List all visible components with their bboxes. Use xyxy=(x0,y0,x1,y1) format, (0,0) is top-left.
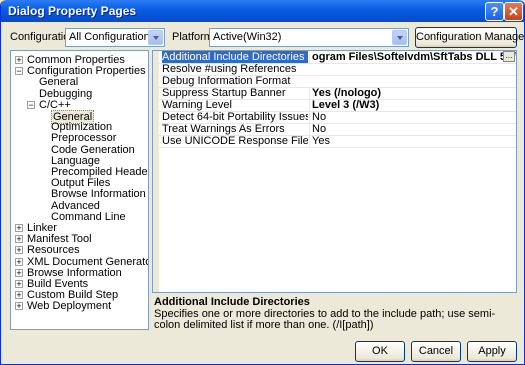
description-text: Specifies one or more directories to add… xyxy=(154,308,496,331)
property-name: Resolve #using References xyxy=(162,63,297,75)
property-value-text: No xyxy=(312,123,327,135)
expand-icon[interactable]: + xyxy=(15,246,23,255)
description-title: Additional Include Directories xyxy=(154,296,310,308)
ok-button[interactable]: OK xyxy=(355,341,405,362)
property-value[interactable]: ogram Files\Softelvdm\SftTabs DLL 5.0\In… xyxy=(309,51,516,63)
configuration-manager-button[interactable]: Configuration Manager... xyxy=(415,27,524,48)
expand-icon[interactable]: + xyxy=(15,280,23,289)
property-name: Warning Level xyxy=(162,99,232,111)
tree-item-label: Custom Build Step xyxy=(27,289,119,302)
platform-combo[interactable]: Active(Win32) xyxy=(209,28,409,47)
tree-item-label: Debugging xyxy=(39,87,93,100)
property-value[interactable]: No xyxy=(309,111,516,123)
collapse-icon[interactable]: − xyxy=(27,100,35,109)
expand-icon[interactable]: + xyxy=(15,268,23,277)
configuration-value: All Configurations xyxy=(69,31,156,43)
title-bar[interactable]: Dialog Property Pages ? ✕ xyxy=(1,0,524,22)
tree-item-label: Browse Information xyxy=(51,188,146,201)
property-row[interactable]: Use UNICODE Response Files Yes xyxy=(159,135,516,148)
property-name: Additional Include Directories xyxy=(162,51,308,63)
property-grid[interactable]: Additional Include Directories ogram File… xyxy=(152,50,517,293)
tree-item-label: Linker xyxy=(27,222,57,234)
tree-item-label: Advanced xyxy=(51,199,100,212)
expand-icon[interactable]: + xyxy=(15,56,23,65)
tree-item-label: Output Files xyxy=(51,177,111,190)
tree-item-label: Resources xyxy=(27,244,80,257)
tree-item-label: Command Line xyxy=(51,210,126,223)
property-value[interactable]: No xyxy=(309,123,516,135)
platform-value: Active(Win32) xyxy=(213,31,282,43)
window-title: Dialog Property Pages xyxy=(8,4,137,18)
tree-item-label: Common Properties xyxy=(27,54,125,66)
cancel-button[interactable]: Cancel xyxy=(411,341,461,362)
property-name: Detect 64-bit Portability Issues xyxy=(162,111,308,123)
close-button[interactable]: ✕ xyxy=(504,2,523,21)
property-value-text: Yes xyxy=(312,135,330,147)
property-name: Debug Information Format xyxy=(162,75,291,87)
property-value-text: Yes (/nologo) xyxy=(312,87,382,99)
tree-item-label: Build Events xyxy=(27,278,89,290)
apply-button[interactable]: Apply xyxy=(467,341,517,362)
property-name: Use UNICODE Response Files xyxy=(162,135,308,147)
description-panel: Additional Include Directories Specifies… xyxy=(152,296,517,331)
collapse-icon[interactable]: − xyxy=(15,67,23,76)
tree-item-label: Preprocessor xyxy=(51,132,117,145)
expand-icon[interactable]: + xyxy=(15,235,23,244)
property-value-text: ogram Files\Softelvdm\SftTabs DLL 5.0\In… xyxy=(312,51,516,63)
tree-item-label: Precompiled Headers xyxy=(51,166,149,178)
tree-item-label: C/C++ xyxy=(39,98,71,111)
help-button[interactable]: ? xyxy=(485,2,504,21)
tree-item-label: Configuration Properties xyxy=(27,65,146,78)
tree-item-label: General xyxy=(39,76,79,89)
property-value-text: No xyxy=(312,111,327,123)
tree-item-label: Optimization xyxy=(51,121,113,134)
tree-item-label: Language xyxy=(51,154,100,167)
chevron-down-icon[interactable] xyxy=(392,30,407,45)
tree-item-label: XML Document Generator xyxy=(27,255,149,268)
expand-icon[interactable]: + xyxy=(15,302,23,311)
expand-icon[interactable]: + xyxy=(15,224,23,233)
property-name: Suppress Startup Banner xyxy=(162,87,286,99)
dialog-window: Dialog Property Pages ? ✕ Configuration:… xyxy=(0,0,525,365)
configuration-combo[interactable]: All Configurations xyxy=(65,28,165,47)
property-value[interactable]: Level 3 (/W3) xyxy=(309,99,516,111)
property-tree[interactable]: + Common Properties − Configuration Propert… xyxy=(10,50,149,330)
property-name: Treat Warnings As Errors xyxy=(162,123,285,135)
tree-item-label: Web Deployment xyxy=(27,300,112,313)
tree-item-label: Code Generation xyxy=(51,143,135,156)
tree-item-label: Manifest Tool xyxy=(27,233,92,246)
chevron-down-icon[interactable] xyxy=(148,30,163,45)
expand-icon[interactable]: + xyxy=(15,291,23,300)
property-value[interactable]: Yes (/nologo) xyxy=(309,87,516,99)
browse-ellipsis-button[interactable]: ... xyxy=(503,51,515,62)
property-value[interactable]: Yes xyxy=(309,135,516,147)
expand-icon[interactable]: + xyxy=(15,257,23,266)
tree-item-label: Browse Information xyxy=(27,266,122,279)
property-value-text: Level 3 (/W3) xyxy=(312,99,380,111)
